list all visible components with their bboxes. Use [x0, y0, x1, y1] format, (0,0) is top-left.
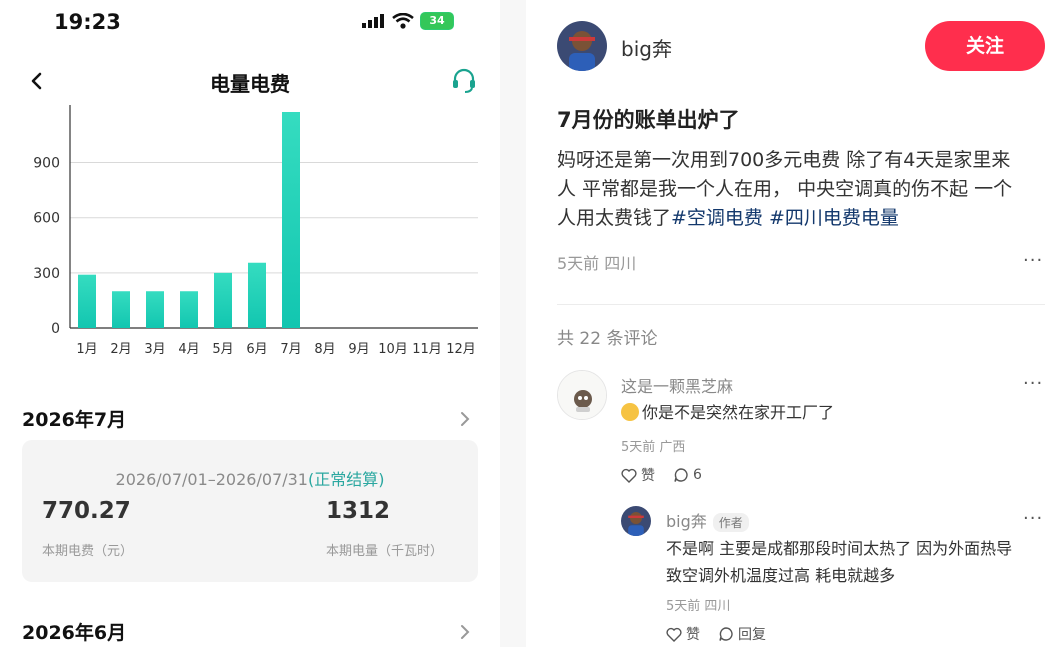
post-title: 7月份的账单出炉了: [557, 108, 740, 132]
bill-period: 2026/07/01–2026/07/31(正常结算): [22, 466, 478, 490]
x-tick-label: 9月: [348, 342, 369, 357]
heart-icon: [621, 468, 637, 483]
post-body-line: 人 平常都是我一个人在用， 中央空调真的伤不起 一个: [557, 178, 1013, 200]
reply-author-name[interactable]: big奔 作者: [666, 508, 749, 532]
y-tick-label: 600: [33, 211, 60, 227]
bar-6月: [248, 262, 266, 328]
back-icon[interactable]: [26, 66, 46, 96]
status-icons: 34: [362, 12, 454, 30]
like-label: 赞: [641, 468, 655, 484]
wifi-icon: [392, 13, 414, 29]
comment-count: 共 22 条评论: [557, 329, 658, 349]
x-tick-label: 4月: [178, 342, 199, 357]
reply-author-avatar[interactable]: [621, 506, 651, 536]
commenter-avatar[interactable]: [557, 370, 607, 420]
bill-card[interactable]: 2026/07/01–2026/07/31(正常结算) 770.27 本期电费（…: [22, 440, 478, 582]
reply-actions: 赞 回复: [666, 624, 766, 644]
y-tick-label: 0: [51, 321, 60, 337]
post-body-text: 人用太费钱了: [557, 207, 672, 229]
panel-divider: [500, 0, 526, 647]
x-tick-label: 12月: [446, 342, 476, 357]
bar-5月: [214, 272, 232, 328]
bill-status: (正常结算): [307, 470, 385, 489]
phone-screenshot: 19:23 34 电量电费 0 300 600 900 1月 2月 3月 4月 …: [0, 0, 500, 647]
month-row-june[interactable]: 2026年6月: [22, 618, 472, 645]
like-button[interactable]: 赞: [621, 465, 655, 485]
monthly-usage-chart: 0 300 600 900 1月 2月 3月 4月 5月 6月 7月 8月 9月 10月 11月 12月: [33, 105, 478, 357]
reply-text-line: 致空调外机温度过高 耗电就越多: [666, 566, 896, 585]
like-label: 赞: [686, 627, 700, 643]
x-tick-label: 10月: [378, 342, 408, 357]
x-tick-label: 11月: [412, 342, 442, 357]
divider: [557, 304, 1045, 305]
bar-2月: [112, 291, 130, 328]
reply-text-line: 不是啊 主要是成都那段时间太热了 因为外面热导: [666, 539, 1013, 558]
post-meta: 5天前 四川: [557, 254, 637, 273]
x-tick-label: 3月: [144, 342, 165, 357]
x-tick-label: 5月: [212, 342, 233, 357]
month-title-june: 2026年6月: [22, 622, 127, 644]
post-body-line-3: 人用太费钱了#空调电费 #四川电费电量: [557, 204, 1045, 233]
reply-count: 6: [693, 467, 702, 483]
x-tick-label: 8月: [314, 342, 335, 357]
month-title-july: 2026年7月: [22, 409, 127, 431]
page-title: 电量电费: [210, 72, 290, 96]
post-panel: big奔 关注 7月份的账单出炉了 妈呀还是第一次用到700多元电费 除了有4天…: [526, 0, 1061, 647]
more-options-icon[interactable]: ···: [1023, 508, 1043, 529]
status-time: 19:23: [54, 10, 121, 34]
reply-label: 回复: [738, 627, 766, 643]
author-name[interactable]: big奔: [621, 33, 672, 62]
follow-button[interactable]: 关注: [925, 21, 1045, 71]
reply-author-text: big奔: [666, 512, 707, 531]
bill-usage-label: 本期电量（千瓦时）: [326, 544, 444, 559]
reply-button[interactable]: 6: [673, 467, 702, 483]
comment-meta: 5天前 广西: [621, 440, 686, 455]
more-options-icon[interactable]: ···: [1023, 250, 1043, 271]
bar-4月: [180, 291, 198, 328]
y-tick-label: 900: [33, 156, 60, 172]
author-badge: 作者: [712, 513, 749, 532]
headset-icon[interactable]: [450, 66, 478, 94]
reply-meta: 5天前 四川: [666, 599, 731, 614]
comment-icon: [719, 627, 733, 641]
emoji-icon: [621, 403, 639, 421]
x-tick-label: 7月: [280, 342, 301, 357]
comment-icon: [674, 468, 688, 482]
bar-3月: [146, 291, 164, 328]
signal-icon: [362, 14, 384, 28]
chevron-right-icon[interactable]: [458, 622, 472, 642]
more-options-icon[interactable]: ···: [1023, 373, 1043, 394]
y-tick-label: 300: [33, 266, 60, 282]
bill-fee-value: 770.27: [42, 498, 131, 524]
chevron-right-icon[interactable]: [458, 409, 472, 429]
x-tick-label: 6月: [246, 342, 267, 357]
bar-7月: [282, 112, 300, 328]
comment-text: 你是不是突然在家开工厂了: [621, 399, 834, 426]
reply-text: 不是啊 主要是成都那段时间太热了 因为外面热导 致空调外机温度过高 耗电就越多: [666, 535, 1056, 589]
comment-actions: 赞 6: [621, 465, 702, 485]
battery-indicator: 34: [420, 12, 454, 30]
comment-body: 你是不是突然在家开工厂了: [642, 403, 835, 422]
bill-fee-label: 本期电费（元）: [42, 544, 134, 559]
hashtag-link[interactable]: #四川电费电量: [769, 207, 899, 229]
x-tick-label: 1月: [76, 342, 97, 357]
post-body-line: 妈呀还是第一次用到700多元电费 除了有4天是家里来: [557, 149, 1011, 171]
x-tick-label: 2月: [110, 342, 131, 357]
bill-usage-value: 1312: [326, 498, 391, 524]
heart-icon: [666, 627, 682, 642]
like-button[interactable]: 赞: [666, 624, 700, 644]
commenter-name[interactable]: 这是一颗黑芝麻: [621, 373, 733, 397]
bar-1月: [78, 274, 96, 328]
hashtag-link[interactable]: #空调电费: [671, 207, 763, 229]
post-body: 妈呀还是第一次用到700多元电费 除了有4天是家里来 人 平常都是我一个人在用，…: [557, 146, 1045, 233]
author-avatar[interactable]: [557, 21, 607, 71]
reply-button[interactable]: 回复: [718, 624, 766, 644]
bill-period-range: 2026/07/01–2026/07/31: [115, 470, 308, 489]
month-row-july[interactable]: 2026年7月: [22, 405, 472, 432]
